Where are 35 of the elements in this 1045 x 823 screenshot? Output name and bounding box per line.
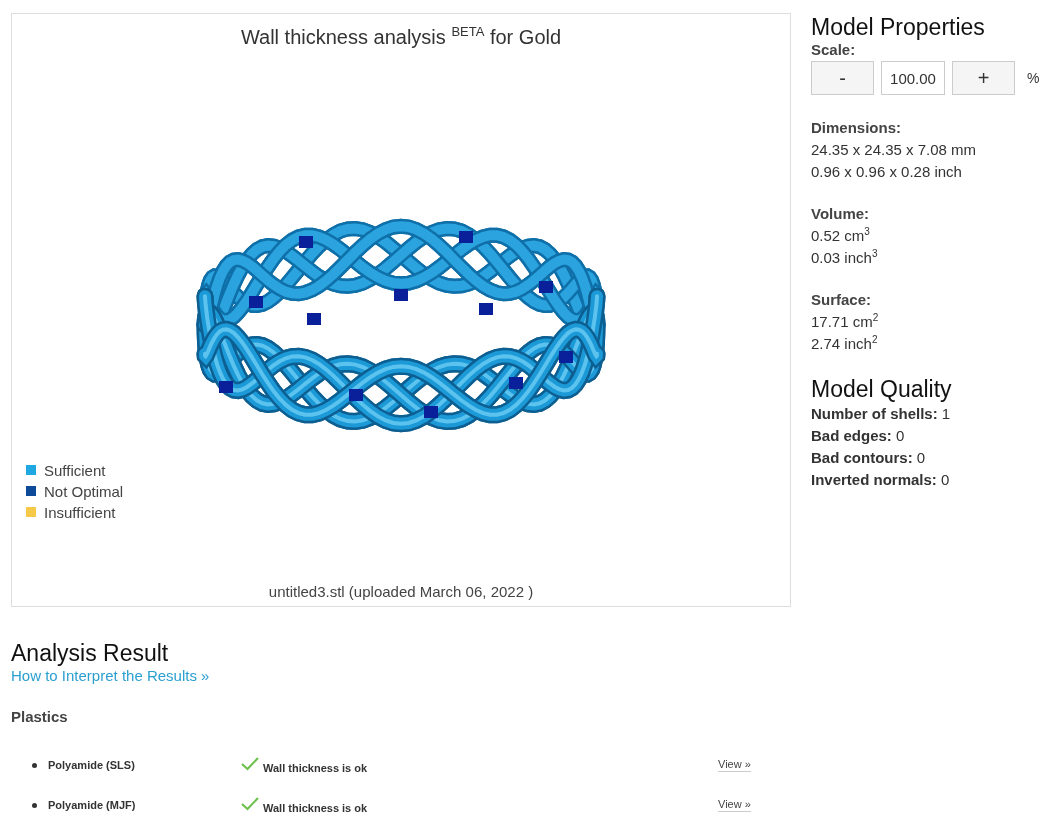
quality-stat: Bad edges: 0: [811, 426, 905, 446]
legend-label: Sufficient: [44, 461, 106, 479]
decrease-button[interactable]: -: [811, 61, 874, 95]
property-value: 24.35 x 24.35 x 7.08 mm: [811, 140, 977, 160]
property-label: Dimensions:: [811, 118, 901, 138]
property-value: 0.03 inch$^{3}$: [811, 247, 878, 268]
scale-label: Scale:: [811, 41, 856, 58]
section-heading: Analysis Result: [11, 639, 170, 667]
quality-stat: Inverted normals: 0: [811, 470, 950, 490]
section-heading: Model Quality: [811, 375, 953, 403]
bullet-icon: [32, 762, 37, 768]
material-name: Polyamide (MJF): [48, 799, 137, 811]
group-heading: Plastics: [11, 708, 68, 725]
file-name: untitled3.stl (uploaded March 06, 2022 ): [268, 583, 534, 600]
increase-button[interactable]: +: [952, 61, 1015, 95]
property-value: 17.71 cm$^{2}$: [811, 311, 879, 332]
status-text: Wall thickness is ok: [263, 802, 369, 814]
property-label: Volume:: [811, 204, 870, 224]
quality-stat: Bad contours: 0: [811, 448, 926, 468]
view-link[interactable]: View »: [718, 798, 751, 812]
scale-field[interactable]: 100.00: [881, 61, 945, 95]
viewer-title: Wall thickness analysis $^{BETA}$ for Gold: [239, 24, 563, 49]
percent-unit: %: [1027, 70, 1040, 86]
property-label: Surface:: [811, 290, 872, 310]
property-value: 2.74 inch$^{2}$: [811, 333, 878, 354]
bullet-icon: [32, 802, 37, 808]
material-name: Polyamide (SLS): [48, 759, 136, 771]
quality-stat: Number of shells: 1: [811, 404, 951, 424]
legend-label: Insufficient: [44, 503, 116, 521]
property-value: 0.52 cm$^{3}$: [811, 225, 870, 246]
status-text: Wall thickness is ok: [263, 762, 369, 774]
property-value: 0.96 x 0.96 x 0.28 inch: [811, 162, 962, 182]
legend-label: Not Optimal: [44, 482, 124, 500]
section-heading: Model Properties: [811, 13, 986, 41]
view-link[interactable]: View »: [718, 758, 751, 772]
